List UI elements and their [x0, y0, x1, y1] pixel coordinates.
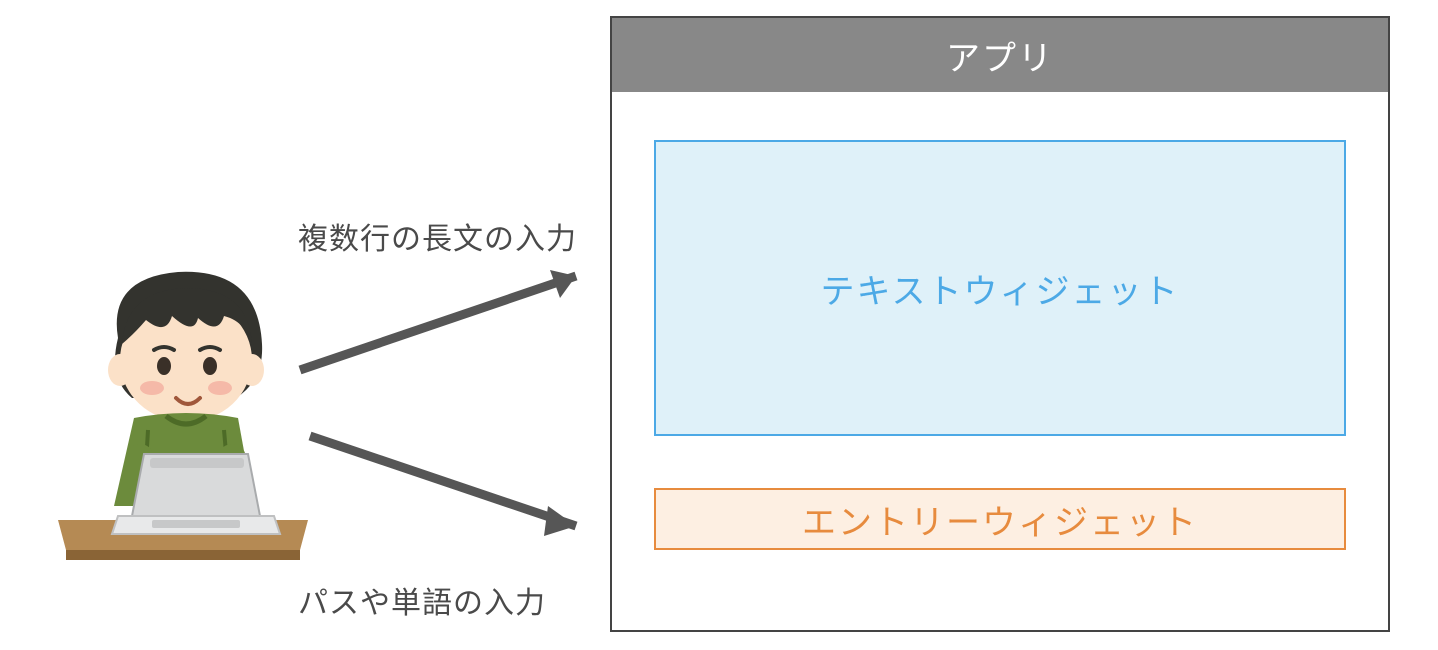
entry-widget[interactable]: エントリーウィジェット — [654, 488, 1346, 550]
arrow-to-text-widget — [300, 270, 576, 370]
singleline-input-label: パスや単語の入力 — [298, 578, 546, 622]
user-at-laptop-icon — [48, 258, 318, 570]
entry-widget-label: エントリーウィジェット — [802, 495, 1198, 544]
text-widget-label: テキストウィジェット — [821, 264, 1180, 313]
app-titlebar: アプリ — [612, 18, 1388, 92]
app-window: アプリ テキストウィジェット エントリーウィジェット — [610, 16, 1390, 632]
text-widget[interactable]: テキストウィジェット — [654, 140, 1346, 436]
arrow-to-entry-widget — [310, 436, 576, 536]
app-title: アプリ — [946, 31, 1054, 80]
arrows-group — [280, 250, 620, 580]
app-body: テキストウィジェット エントリーウィジェット — [612, 92, 1388, 570]
